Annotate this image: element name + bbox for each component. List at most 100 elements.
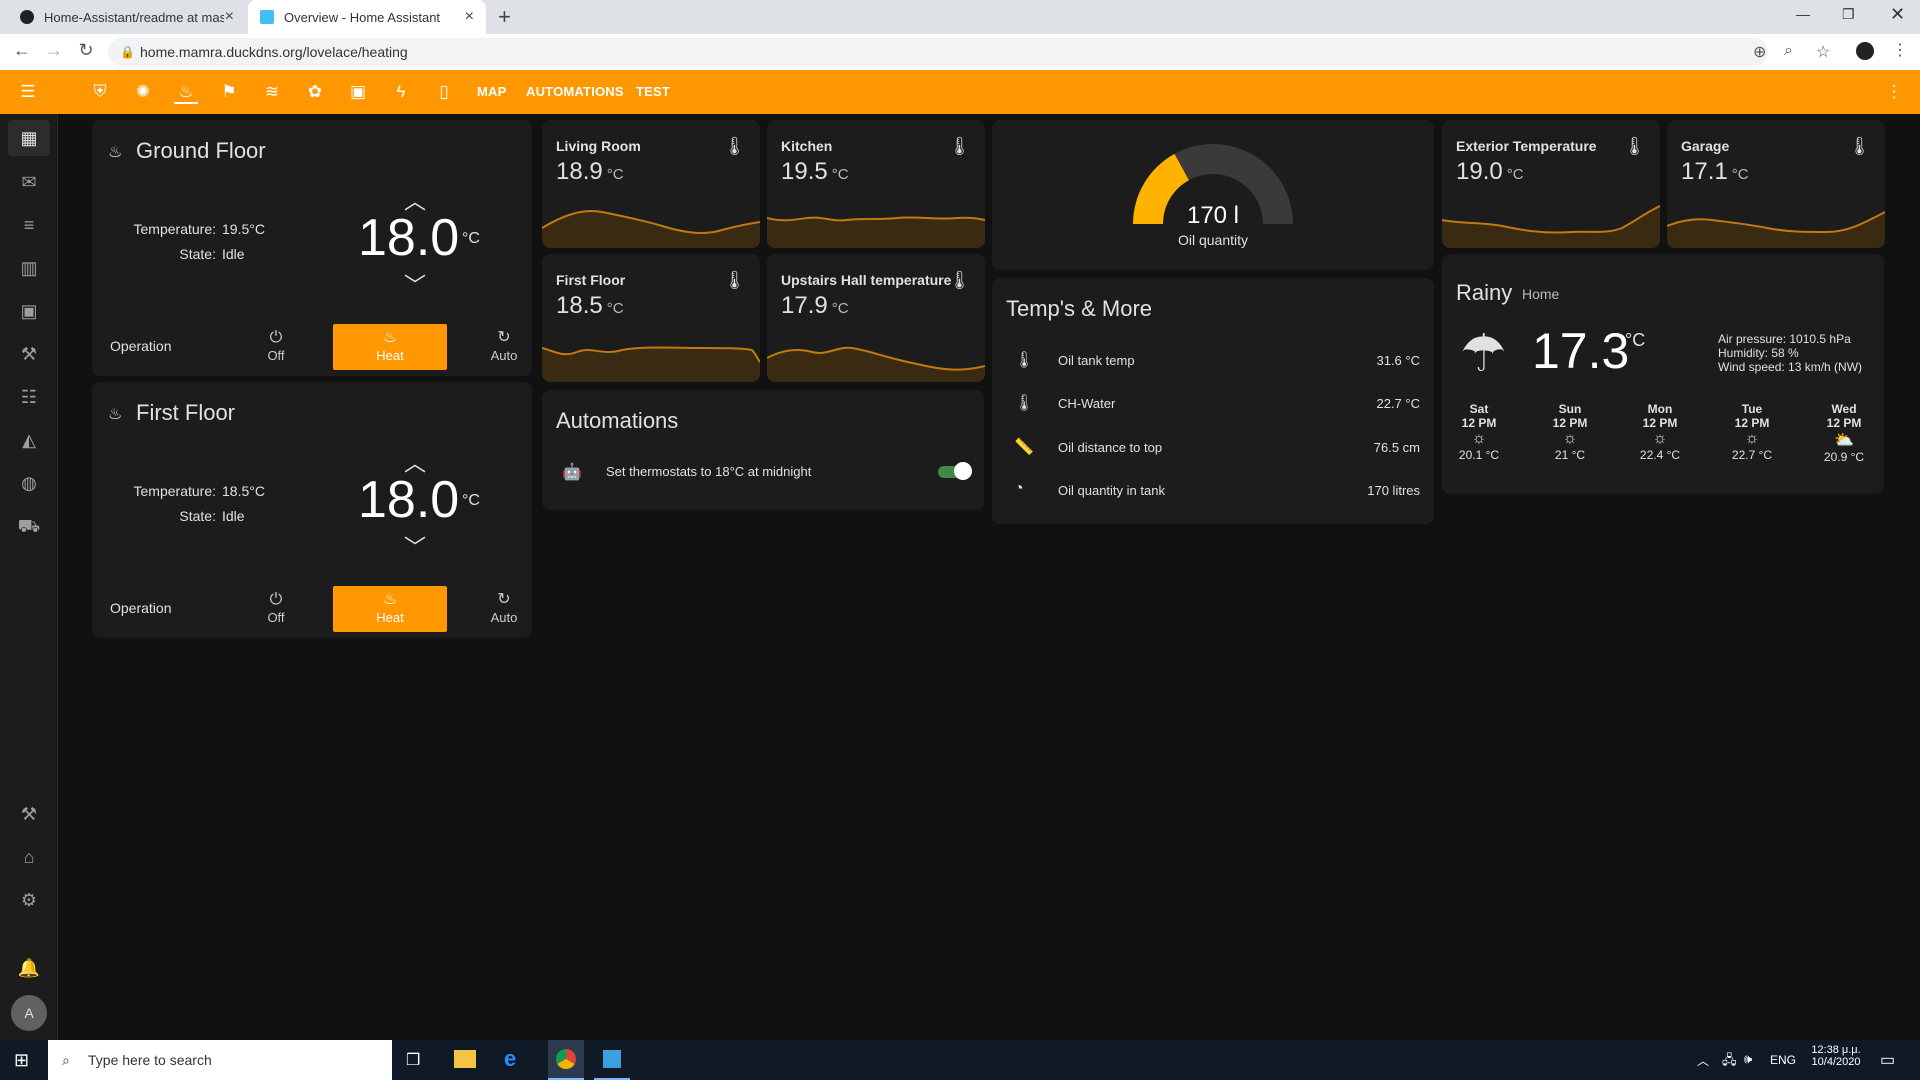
forecast-day: Mon 12 PM ☼ 22.4 °C [1625,402,1695,462]
fan-icon[interactable]: ⚑ [217,80,241,104]
url-text: home.mamra.duckdns.org/lovelace/heating [140,44,408,60]
sensor-card-first-floor[interactable]: First Floor 🌡 18.5 °C [542,254,760,382]
list-icon[interactable]: ≡ [17,213,41,237]
sensor-value: 19.5 [781,158,828,185]
weather-card[interactable]: Rainy Home ☂ 17.3 °C Air pressure: 1010.… [1442,254,1884,494]
home-assistant-icon[interactable]: ⌂ [17,845,41,869]
sunny-icon: ☼ [1471,430,1487,447]
flower-icon[interactable]: ✿ [303,80,327,104]
tab-github[interactable]: Home-Assistant/readme at maste × [8,0,246,34]
zoom-icon[interactable]: ⌕ [1784,42,1793,60]
entity-name[interactable]: Oil distance to top [1058,440,1162,455]
history-icon[interactable]: ◭ [17,428,41,452]
new-tab-button[interactable]: + [498,4,511,30]
sparkline [1442,205,1660,248]
cart-icon[interactable]: ⛟ [17,514,41,538]
close-tab-icon[interactable]: × [465,8,474,26]
battery-icon[interactable]: ▯ [432,80,456,104]
sensor-card-living-room[interactable]: Living Room 🌡 18.9 °C [542,120,760,248]
search-placeholder: Type here to search [88,1052,212,1068]
settings-icon[interactable]: ⚙ [17,888,41,912]
automation-toggle[interactable] [938,462,972,480]
gauge-card-oil[interactable]: 170 l Oil quantity [992,120,1434,270]
dashboard-icon[interactable]: ▦ [17,126,41,150]
entity-value: 31.6 °C [1376,353,1420,368]
pool-icon[interactable]: ≋ [260,80,284,104]
mode-auto-button[interactable]: ↻ Auto [447,586,561,632]
compass-icon[interactable]: ◍ [17,471,41,495]
sparkline [767,216,985,248]
close-window-button[interactable]: ✕ [1890,4,1905,25]
bell-icon[interactable]: 🔔 [17,956,41,980]
windows-start-icon[interactable]: ⊞ [14,1050,29,1071]
code-icon[interactable]: ▣ [17,299,41,323]
tab-home-assistant[interactable]: Overview - Home Assistant × [248,0,486,34]
mode-heat-button[interactable]: ♨ Heat [333,586,447,632]
sensor-value: 17.1 [1681,158,1728,185]
mode-off-button[interactable]: ⏻ Off [219,324,333,370]
setpoint-value: 18.0 [358,209,460,267]
sensor-name: Garage [1681,138,1730,154]
app-taskbar-button[interactable] [594,1040,630,1080]
chrome-taskbar-button[interactable] [548,1040,584,1080]
mode-heat-button[interactable]: ♨ Heat [333,324,447,370]
chart-bar-icon[interactable]: ▥ [17,256,41,280]
url-field[interactable]: 🔒 home.mamra.duckdns.org/lovelace/heatin… [108,38,1768,66]
sensor-card-garage[interactable]: Garage 🌡 17.1 °C [1667,120,1885,248]
sensor-card-kitchen[interactable]: Kitchen 🌡 19.5 °C [767,120,985,248]
bookmark-star-icon[interactable]: ☆ [1816,42,1830,62]
sensor-card-exterior[interactable]: Exterior Temperature 🌡 19.0 °C [1442,120,1660,248]
entity-name[interactable]: Oil quantity in tank [1058,483,1165,498]
tab-test[interactable]: TEST [636,84,670,99]
shield-home-icon[interactable]: ⛨ [88,80,112,104]
taskbar-search[interactable]: ⌕ Type here to search [48,1040,392,1080]
notifications-icon[interactable]: ▭ [1880,1050,1895,1070]
radiator-icon: ♨ [108,144,123,161]
chevron-up-icon[interactable]: ︿ [1697,1052,1709,1069]
file-explorer-icon[interactable] [454,1050,476,1068]
thermometer-icon: 🌡 [1848,136,1871,156]
entity-value: 76.5 cm [1373,440,1420,455]
sensor-name: Exterior Temperature [1456,138,1597,154]
operation-label: Operation [110,600,172,616]
restore-button[interactable]: ❐ [1842,6,1855,23]
menu-icon[interactable]: ☰ [16,80,40,104]
lightbulb-icon[interactable]: ✺ [131,80,155,104]
clock[interactable]: 12:38 μ.μ. 10/4/2020 [1806,1044,1866,1068]
minimize-button[interactable]: — [1796,6,1810,22]
hammer-icon[interactable]: ⚒ [17,802,41,826]
thermostat-title: Ground Floor [136,138,266,163]
entity-value: 22.7 °C [1376,396,1420,411]
browser-menu-icon[interactable]: ⋮ [1892,40,1908,60]
entity-name[interactable]: Oil tank temp [1058,353,1135,368]
back-icon[interactable]: ← [6,40,38,61]
install-icon[interactable]: ⊕ [1753,42,1766,62]
task-view-icon[interactable]: ❒ [406,1050,420,1070]
extension-icon[interactable] [1856,42,1874,60]
sensor-card-upstairs-hall[interactable]: Upstairs Hall temperature 🌡 17.9 °C [767,254,985,382]
ha-toolbar: ☰ ⛨ ✺ ♨ ⚑ ≋ ✿ ▣ ϟ ▯ MAP AUTOMATIONS TEST… [0,70,1920,114]
tab-automations[interactable]: AUTOMATIONS [526,84,624,99]
language-indicator[interactable]: ENG [1770,1053,1796,1067]
wrench-icon[interactable]: ⚒ [17,342,41,366]
radiator-icon[interactable]: ♨ [174,80,198,104]
tab-label: Overview - Home Assistant [284,9,441,25]
forward-icon[interactable]: → [38,40,70,61]
chevron-down-icon[interactable]: ﹀ [404,268,426,300]
tab-map[interactable]: MAP [477,84,507,99]
chevron-down-icon[interactable]: ﹀ [404,530,426,562]
network-icon[interactable]: 🖧 [1722,1051,1737,1073]
overflow-menu-icon[interactable]: ⋮ [1882,80,1906,104]
volume-icon[interactable]: 🕪 [1744,1051,1752,1067]
mode-off-button[interactable]: ⏻ Off [219,586,333,632]
reload-icon[interactable]: ↻ [70,40,102,61]
mailbox-icon[interactable]: ✉ [17,170,41,194]
format-list-icon[interactable]: ☷ [17,385,41,409]
close-tab-icon[interactable]: × [225,8,234,26]
forecast: Sat 12 PM ☼ 20.1 °C Sun 12 PM ☼ 21 °C Mon 12 PM… [1442,402,1884,482]
flash-icon[interactable]: ϟ [389,80,413,104]
edge-icon[interactable]: e [504,1046,516,1072]
cctv-icon[interactable]: ▣ [346,80,370,104]
entity-name[interactable]: CH-Water [1058,396,1115,411]
avatar[interactable]: A [11,995,47,1031]
